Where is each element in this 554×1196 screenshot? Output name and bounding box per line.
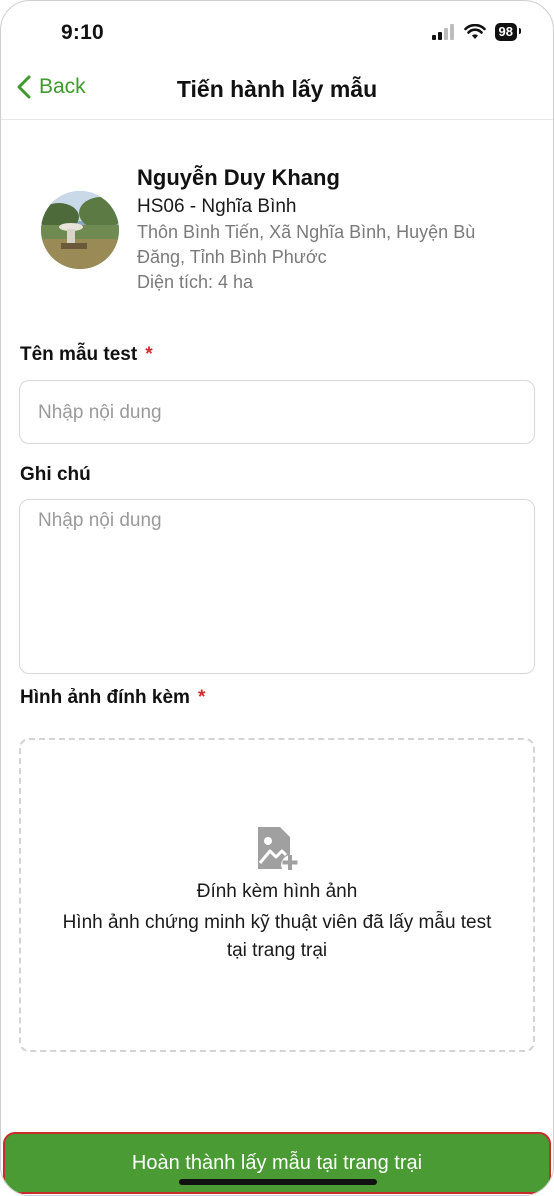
required-mark: * bbox=[145, 344, 153, 365]
profile-info: Nguyễn Duy Khang HS06 - Nghĩa Bình Thôn … bbox=[137, 163, 523, 295]
image-upload-area[interactable]: Đính kèm hình ảnh Hình ảnh chứng minh kỹ… bbox=[19, 738, 535, 1052]
page-title: Tiến hành lấy mẫu bbox=[176, 76, 378, 102]
avatar-photo bbox=[41, 191, 119, 269]
navigation-bar: Back Tiến hành lấy mẫu bbox=[1, 63, 553, 120]
sample-name-placeholder: Nhập nội dung bbox=[38, 402, 162, 423]
farmer-name: Nguyễn Duy Khang bbox=[137, 165, 340, 190]
wifi-icon bbox=[463, 24, 486, 39]
sample-name-input[interactable]: Nhập nội dung bbox=[19, 380, 535, 444]
farm-code: HS06 - Nghĩa Bình bbox=[137, 196, 297, 217]
farm-address: Thôn Bình Tiến, Xã Nghĩa Bình, Huyện Bù … bbox=[137, 222, 476, 267]
sample-name-label-text: Tên mẫu test bbox=[20, 344, 138, 365]
image-add-icon bbox=[258, 827, 298, 870]
upload-description: Hình ảnh chứng minh kỹ thuật viên đã lấy… bbox=[62, 912, 492, 961]
status-bar: 9:10 98 bbox=[1, 1, 553, 63]
note-placeholder: Nhập nội dung bbox=[38, 510, 162, 531]
note-textarea[interactable]: Nhập nội dung bbox=[19, 499, 535, 674]
farmer-profile: Nguyễn Duy Khang HS06 - Nghĩa Bình Thôn … bbox=[41, 161, 523, 301]
battery-indicator: 98 bbox=[494, 23, 522, 41]
phone-screen: 9:10 98 Back Tiến hành lấy mẫu Nguyễn Du… bbox=[0, 0, 554, 1196]
attachment-label: Hình ảnh đính kèm * bbox=[20, 687, 205, 709]
cellular-signal-icon bbox=[431, 24, 454, 40]
attachment-label-text: Hình ảnh đính kèm bbox=[20, 687, 190, 708]
status-time: 9:10 bbox=[61, 21, 104, 44]
status-icons: 98 bbox=[431, 23, 522, 41]
avatar bbox=[41, 191, 119, 269]
home-indicator bbox=[179, 1179, 377, 1185]
submit-label: Hoàn thành lấy mẫu tại trang trại bbox=[131, 1151, 423, 1174]
upload-title: Đính kèm hình ảnh bbox=[196, 881, 358, 902]
farm-area: Diện tích: 4 ha bbox=[137, 272, 254, 292]
required-mark: * bbox=[197, 687, 206, 708]
note-label: Ghi chú bbox=[20, 464, 91, 485]
sample-name-label: Tên mẫu test * bbox=[20, 344, 153, 366]
